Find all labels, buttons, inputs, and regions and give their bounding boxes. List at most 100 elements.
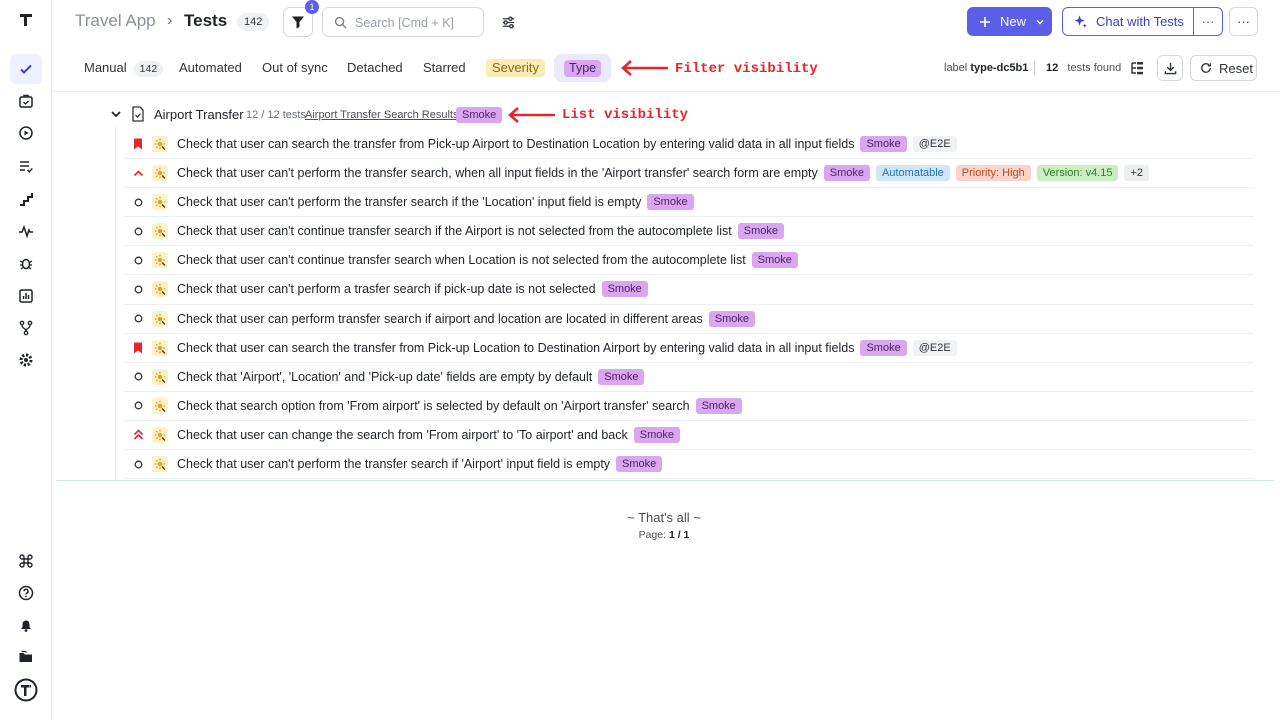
tree-view-icon[interactable] — [1129, 60, 1147, 78]
bell-icon[interactable] — [10, 610, 42, 640]
test-tag[interactable]: Smoke — [860, 136, 907, 152]
play-circle-icon[interactable] — [10, 118, 42, 148]
test-tag[interactable]: Smoke — [633, 426, 680, 443]
test-tag[interactable]: Smoke — [751, 252, 798, 269]
gear-icon[interactable] — [10, 345, 42, 375]
label-prefix: label — [944, 62, 968, 74]
test-row[interactable]: Check that user can change the search fr… — [124, 421, 1254, 451]
manual-test-icon — [152, 194, 168, 211]
refresh-icon — [1201, 63, 1211, 73]
test-tag[interactable]: @E2E — [912, 339, 957, 356]
tree-guide-line — [115, 127, 116, 480]
test-title[interactable]: Check that user can't continue transfer … — [177, 224, 732, 238]
test-row[interactable]: Check that user can't perform the transf… — [124, 450, 1254, 480]
steps-icon[interactable] — [10, 184, 42, 214]
test-tag[interactable]: Smoke — [616, 456, 663, 473]
search-input[interactable] — [355, 14, 475, 32]
test-row[interactable]: Check that user can search the transfer … — [124, 334, 1254, 363]
test-tag[interactable]: @E2E — [912, 136, 957, 152]
manual-test-icon — [152, 368, 168, 385]
filter-tabs: Manual 142 Automated Out of sync Detached… — [52, 52, 1280, 84]
suite-link[interactable]: Airport Transfer Search Results — [305, 109, 458, 121]
breadcrumb-app[interactable]: Travel App — [75, 11, 156, 31]
profile-logo-icon[interactable] — [10, 675, 42, 705]
test-title[interactable]: Check that user can search the transfer … — [177, 137, 854, 151]
branch-icon[interactable] — [10, 313, 42, 343]
test-tag[interactable]: Priority: High — [955, 165, 1031, 182]
test-tag[interactable]: Smoke — [860, 339, 907, 356]
test-tag[interactable]: Smoke — [708, 310, 755, 327]
test-title[interactable]: Check that user can't perform the transf… — [177, 457, 610, 471]
more-options-button[interactable]: ··· — [1229, 7, 1258, 36]
tab-severity[interactable]: Severity — [486, 59, 545, 77]
test-row[interactable]: Check that user can perform transfer sea… — [124, 305, 1254, 334]
suite-tag[interactable]: Smoke — [456, 107, 503, 123]
tests-count-badge: 142 — [237, 13, 270, 31]
test-title[interactable]: Check that user can perform transfer sea… — [177, 312, 703, 326]
pulse-icon[interactable] — [10, 216, 42, 246]
view-settings-button[interactable] — [498, 12, 518, 32]
test-row-content: Check that user can't perform a trasfer … — [177, 281, 648, 298]
test-row[interactable]: Check that user can't perform the transf… — [124, 188, 1254, 218]
test-row[interactable]: Check that user can't continue transfer … — [124, 217, 1254, 247]
list-check-icon[interactable] — [10, 151, 42, 181]
logo-icon[interactable] — [10, 5, 42, 35]
test-row[interactable]: Check that user can search the transfer … — [124, 130, 1254, 160]
test-tag[interactable]: Smoke — [695, 397, 742, 414]
test-title[interactable]: Check that user can't perform the transf… — [177, 195, 641, 209]
tab-manual[interactable]: Manual 142 — [84, 58, 164, 80]
test-row-content: Check that user can't continue transfer … — [177, 252, 798, 269]
test-title[interactable]: Check that user can change the search fr… — [177, 428, 628, 442]
download-button[interactable] — [1157, 55, 1183, 81]
circle-status-icon — [132, 400, 144, 412]
annotation-arrow-icon — [508, 107, 555, 123]
test-title[interactable]: Check that 'Airport', 'Location' and 'Pi… — [177, 370, 592, 384]
test-tag[interactable]: Version: v4.15 — [1036, 165, 1119, 182]
chart-icon[interactable] — [10, 281, 42, 311]
test-row[interactable]: Check that search option from 'From airp… — [124, 392, 1254, 421]
chat-with-tests-button[interactable]: Chat with Tests — [1063, 8, 1194, 35]
command-icon[interactable] — [10, 546, 42, 576]
briefcase-icon[interactable] — [10, 86, 42, 116]
test-title[interactable]: Check that user can't perform the transf… — [177, 166, 818, 180]
tab-detached[interactable]: Detached — [347, 58, 403, 80]
test-row[interactable]: Check that user can't continue transfer … — [124, 246, 1254, 276]
test-tag[interactable]: Smoke — [737, 223, 784, 240]
test-title[interactable]: Check that user can't continue transfer … — [177, 253, 746, 267]
search-box[interactable] — [322, 7, 484, 37]
test-row[interactable]: Check that user can't perform a trasfer … — [124, 275, 1254, 305]
priority-chevron-up-icon — [132, 167, 144, 179]
manual-test-icon — [152, 165, 168, 182]
test-title[interactable]: Check that user can search the transfer … — [177, 341, 854, 355]
new-button[interactable]: New — [967, 7, 1052, 36]
test-tag[interactable]: Smoke — [647, 194, 694, 211]
tab-starred[interactable]: Starred — [423, 58, 466, 80]
test-row[interactable]: Check that 'Airport', 'Location' and 'Pi… — [124, 363, 1254, 392]
label-value: type-dc5b1 — [970, 62, 1029, 74]
bug-icon[interactable] — [10, 248, 42, 278]
test-row[interactable]: Check that user can't perform the transf… — [124, 159, 1254, 189]
test-tag[interactable]: Automatable — [876, 165, 950, 182]
test-tag[interactable]: Smoke — [823, 165, 871, 182]
reset-button[interactable]: Reset — [1190, 55, 1257, 81]
suite-header[interactable]: Airport Transfer 12 / 12 tests Airport T… — [52, 103, 1280, 127]
chat-more-button[interactable]: ··· — [1194, 8, 1222, 35]
breadcrumb-separator: › — [167, 12, 173, 29]
test-tag[interactable]: Smoke — [598, 368, 645, 385]
tab-type-selected[interactable]: Type — [554, 54, 611, 82]
test-title[interactable]: Check that user can't perform a trasfer … — [177, 282, 596, 296]
chat-button-label: Chat with Tests — [1096, 14, 1184, 29]
chevron-down-icon[interactable] — [110, 108, 122, 120]
manual-test-icon — [152, 339, 168, 356]
check-icon[interactable] — [10, 54, 42, 84]
test-tag[interactable]: Smoke — [601, 281, 648, 298]
folder-icon[interactable] — [10, 642, 42, 672]
test-row-content: Check that user can change the search fr… — [177, 426, 680, 443]
test-row-content: Check that user can't perform the transf… — [177, 194, 694, 211]
help-icon[interactable] — [10, 578, 42, 608]
tab-out-of-sync[interactable]: Out of sync — [262, 58, 328, 80]
test-tag[interactable]: +2 — [1124, 165, 1150, 182]
manual-test-icon — [152, 426, 168, 443]
tab-automated[interactable]: Automated — [179, 58, 242, 80]
test-title[interactable]: Check that search option from 'From airp… — [177, 399, 690, 413]
